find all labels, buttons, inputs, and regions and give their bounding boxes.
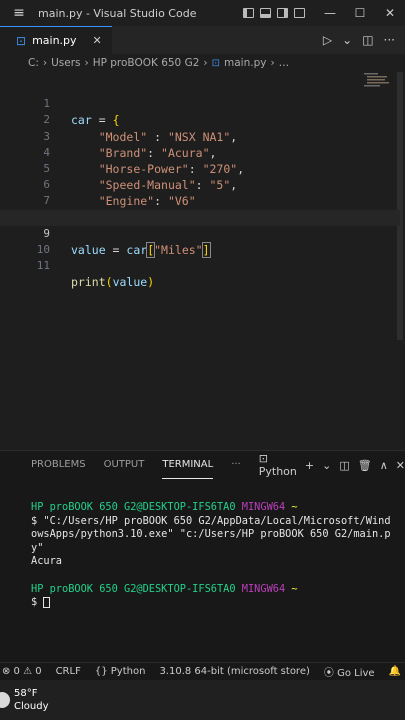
chevron-right-icon: ›	[270, 57, 275, 69]
terminal-line: owsApps/python3.10.exe" "c:/Users/HP pro…	[31, 528, 391, 541]
maximize-button[interactable]: ☐	[345, 6, 375, 20]
code-token: print	[71, 275, 106, 290]
editor-actions: ▷ ⌄ ◫ ···	[323, 33, 405, 47]
trash-icon[interactable]: 🗑	[358, 459, 372, 472]
weather-temperature: 58°F	[14, 688, 38, 699]
eol-status[interactable]: CRLF	[56, 666, 81, 677]
code-line[interactable]: 5 "Speed-Manual": "5",	[0, 145, 400, 192]
chevron-right-icon: ›	[84, 57, 89, 69]
close-tab-icon[interactable]: ✕	[93, 34, 102, 47]
code-line[interactable]: 7 }	[0, 177, 400, 224]
terminal-prompt-env: MINGW64	[241, 582, 286, 595]
terminal-line: HP proBOOK 650 G2@DESKTOP-IFS6TA0 MINGW6…	[31, 501, 405, 515]
layout-controls	[243, 8, 305, 18]
breadcrumb-item[interactable]: …	[279, 57, 290, 69]
chevron-right-icon: ›	[42, 57, 48, 69]
breadcrumb-item[interactable]: C:	[28, 57, 39, 69]
weather-condition: Cloudy	[14, 701, 49, 712]
code-token: (	[105, 275, 113, 290]
language-status[interactable]: {} Python	[95, 666, 146, 677]
editor-tab-bar: ⊡ main.py ✕ ▷ ⌄ ◫ ···	[0, 26, 405, 54]
line-number: 11	[36, 259, 50, 273]
cloudy-weather-icon	[0, 692, 10, 708]
tab-main-py[interactable]: ⊡ main.py ✕	[0, 26, 112, 54]
chevron-down-icon[interactable]: ⌄	[322, 459, 331, 472]
notifications-icon[interactable]: 🔔	[389, 666, 401, 677]
code-token: )	[147, 275, 155, 290]
go-live-button[interactable]: ⦿ Go Live	[324, 664, 375, 679]
breadcrumb-item[interactable]: main.py	[224, 57, 266, 69]
terminal-cursor	[43, 596, 51, 608]
breadcrumb-item[interactable]: HP proBOOK 650 G2	[93, 57, 200, 69]
terminal-shell-label: Python	[258, 465, 297, 478]
run-menu-icon[interactable]: ⌄	[342, 33, 352, 47]
terminal-line: $ "C:/Users/HP proBOOK 650 G2/AppData/Lo…	[31, 514, 391, 527]
interpreter-status[interactable]: 3.10.8 64-bit (microsoft store)	[159, 666, 309, 677]
terminal-icon: ⊡	[258, 452, 268, 465]
chevron-right-icon: ›	[203, 57, 208, 69]
status-bar: ⊗ 0 ⚠ 0 CRLF {} Python 3.10.8 64-bit (mi…	[0, 662, 405, 680]
window-title: main.py - Visual Studio Code	[38, 6, 197, 20]
terminal-input-prompt: $	[31, 596, 44, 609]
terminal-line: Acura	[31, 555, 62, 568]
minimize-button[interactable]: —	[315, 6, 345, 20]
weather-widget[interactable]: 58°F Cloudy	[14, 687, 48, 713]
windows-taskbar: 58°F Cloudy	[0, 680, 405, 720]
terminal-prompt-env: MINGW64	[241, 501, 286, 513]
code-line[interactable]: 3 "Brand": "Acura",	[0, 112, 400, 160]
braces-icon: {}	[94, 666, 108, 677]
breadcrumb: C: › Users › HP proBOOK 650 G2 › ⊡ main.…	[0, 54, 405, 72]
close-panel-icon[interactable]: ✕	[396, 459, 405, 472]
hamburger-menu-icon[interactable]: ≡	[0, 5, 38, 21]
terminal-output[interactable]: HP proBOOK 650 G2@DESKTOP-IFS6TA0 MINGW6…	[0, 479, 405, 610]
code-line[interactable]: 11 print(value)	[0, 242, 400, 289]
terminal-shell-selector[interactable]: ⊡ Python	[259, 452, 297, 478]
close-window-button[interactable]: ✕	[375, 6, 405, 20]
problems-status[interactable]: ⊗ 0 ⚠ 0	[2, 666, 42, 677]
code-line[interactable]: 8	[0, 193, 400, 224]
more-tabs-icon[interactable]: ···	[231, 451, 241, 479]
title-bar: ≡ main.py - Visual Studio Code — ☐ ✕	[0, 0, 405, 26]
panel-actions: ⊡ Python + ⌄ ◫ 🗑 ∧ ✕	[259, 452, 405, 478]
more-actions-icon[interactable]: ···	[384, 33, 395, 47]
bottom-panel: PROBLEMS OUTPUT TERMINAL ··· ⊡ Python + …	[0, 450, 405, 663]
code-line[interactable]: 6 "Engine": "V6"	[0, 161, 400, 208]
maximize-panel-icon[interactable]: ∧	[380, 459, 388, 472]
code-line[interactable]: 10	[0, 226, 400, 256]
tab-label: main.py	[32, 34, 77, 47]
terminal-line: HP proBOOK 650 G2@DESKTOP-IFS6TA0 MINGW6…	[31, 583, 405, 597]
go-live-label: Go Live	[337, 668, 375, 679]
language-label: Python	[110, 666, 146, 677]
tab-problems[interactable]: PROBLEMS	[31, 451, 86, 479]
toggle-sidebar-icon[interactable]	[243, 8, 254, 18]
split-editor-icon[interactable]: ◫	[362, 33, 373, 47]
code-token: value	[112, 275, 148, 290]
broadcast-icon: ⦿	[323, 668, 334, 679]
split-terminal-icon[interactable]: ◫	[339, 459, 349, 472]
code-line[interactable]: 4 "Horse-Power": "270",	[0, 129, 400, 176]
run-icon[interactable]: ▷	[323, 33, 332, 47]
breadcrumb-item[interactable]: Users	[51, 57, 80, 69]
code-line-active[interactable]: 9 value = car["Miles"]	[0, 209, 400, 258]
code-line[interactable]: 1 car = {	[0, 80, 400, 127]
code-editor[interactable]: 1 car = { 2 "Model" : "NSX NA1", 3 "Bran…	[0, 80, 400, 450]
add-terminal-icon[interactable]: +	[305, 459, 314, 472]
terminal-line: y"	[31, 541, 44, 554]
customize-layout-icon[interactable]	[294, 8, 305, 18]
python-file-icon: ⊡	[211, 57, 220, 69]
terminal-prompt-user: HP proBOOK 650 G2@DESKTOP-IFS6TA0	[31, 582, 236, 595]
tab-terminal[interactable]: TERMINAL	[162, 451, 214, 479]
panel-tab-bar: PROBLEMS OUTPUT TERMINAL ··· ⊡ Python + …	[0, 451, 405, 479]
toggle-secondary-sidebar-icon[interactable]	[277, 8, 288, 18]
terminal-prompt-dir: ~	[291, 501, 298, 513]
tab-output[interactable]: OUTPUT	[104, 451, 145, 479]
python-file-icon: ⊡	[16, 33, 27, 48]
toggle-panel-icon[interactable]	[260, 8, 271, 18]
terminal-prompt-dir: ~	[291, 582, 298, 595]
code-line[interactable]: 2 "Model" : "NSX NA1",	[0, 96, 400, 143]
terminal-input-line[interactable]: $	[31, 596, 405, 610]
terminal-prompt-user: HP proBOOK 650 G2@DESKTOP-IFS6TA0	[31, 501, 236, 513]
